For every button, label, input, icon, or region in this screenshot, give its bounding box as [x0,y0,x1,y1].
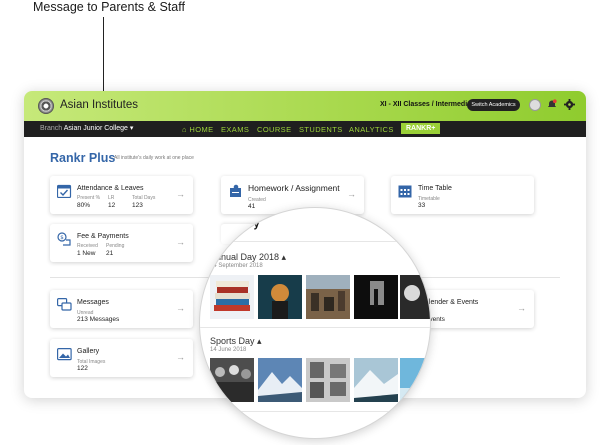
institute-logo-icon [38,98,54,114]
homework-title: Homework / Assignment [248,183,340,193]
photo-mirror-street[interactable] [306,358,350,402]
branch-selector[interactable]: Branch Asian Junior College ▾ [40,124,133,132]
timetable-value: 33 [418,202,426,209]
messages-title: Messages [77,299,109,306]
photo-mountains[interactable] [258,358,302,402]
arrow-icon: → [176,189,185,199]
lens-gallery-heading: llery [237,218,260,230]
fee-title: Fee & Payments [77,233,129,240]
photo-city[interactable] [306,275,350,319]
top-bar: Asian Institutes XI - XII Classes / Inte… [24,91,586,121]
avatar[interactable] [529,99,541,111]
arrow-icon: → [176,237,185,247]
photo-books[interactable] [210,275,254,319]
nav-students[interactable]: STUDENTS [299,125,343,134]
switch-academics-button[interactable]: Switch Academics [467,99,520,111]
lr-label: LR [108,195,115,201]
message-icon [57,298,72,311]
present-label: Present % [77,195,101,201]
branch-label: Branch [40,125,63,132]
fee-payment-icon: $ [57,232,71,246]
album-title-annual-day[interactable]: Annual Day 2018 ▴ [210,252,286,263]
gallery-title: Gallery [77,348,100,355]
lr-value: 12 [108,202,116,209]
received-label: Received [77,243,98,249]
homework-icon [230,184,241,197]
photo-snow-peak[interactable] [354,358,398,402]
app-name: Asian Institutes [60,99,138,111]
bell-icon[interactable] [547,99,557,109]
timetable-title: Time Table [418,185,452,192]
timetable-icon [398,185,412,198]
messages-card[interactable]: Messages Unread 213 Messages → [50,290,193,328]
album-title-sports-day[interactable]: Sports Day ▴ [210,336,262,347]
arrow-icon: → [517,303,526,313]
arrow-icon: → [176,303,185,313]
created-value: 41 [248,203,256,210]
arrow-icon: → [347,189,356,199]
attendance-title: Attendance & Leaves [77,185,144,192]
magnifier-lens: llery Annual Day 2018 ▴ 14 September 201… [199,207,431,439]
photo-silhouette[interactable] [354,275,398,319]
photo-sky[interactable] [400,358,431,402]
calendar-title: alender & Events [425,299,479,306]
pending-label: Pending [106,243,125,249]
screenshot-stage: Message to Parents & Staff Asian Institu… [0,0,611,445]
arrow-icon: → [176,352,185,362]
attendance-card[interactable]: Attendance & Leaves Present % 80% LR 12 … [50,176,193,214]
gallery-icon [57,348,72,361]
nav-course[interactable]: COURSE [257,125,292,134]
gallery-card[interactable]: Gallery Total Images 122 → [50,339,193,377]
callout-label: Message to Parents & Staff [33,0,185,14]
branch-value[interactable]: Asian Junior College ▾ [64,125,134,132]
total-images-value: 122 [77,365,88,372]
pending-value: 21 [106,250,114,257]
nav-analytics[interactable]: ANALYTICS [349,125,394,134]
photo-singer[interactable] [258,275,302,319]
page-title: Rankr Plus [50,151,116,165]
total-days-value: 123 [132,202,143,209]
present-value: 80% [77,202,91,209]
gear-icon[interactable] [564,99,575,110]
nav-bar: Branch Asian Junior College ▾ ⌂ HOME EXA… [24,121,586,137]
nav-exams[interactable]: EXAMS [221,125,249,134]
classes-label: XI - XII Classes / Intermediate [380,101,478,108]
album-divider [200,241,430,242]
svg-text:$: $ [60,235,64,241]
album-divider [200,411,430,412]
nav-rankr-plus[interactable]: RANKR+ [401,123,441,134]
received-value: 1 New [77,250,96,257]
timetable-card[interactable]: Time Table Timetable 33 [391,176,534,214]
album-date-sports-day: 14 June 2018 [210,347,247,353]
page-subtitle: All institute's daily work at one place [114,155,194,161]
album-date-annual-day: 14 September 2018 [210,263,263,269]
total-days-label: Total Days [132,195,156,201]
nav-home[interactable]: ⌂ HOME [182,125,214,134]
album-divider [200,327,430,328]
photo-portrait[interactable] [400,275,431,319]
unread-value: 213 Messages [77,316,120,323]
calendar-check-icon [57,184,72,198]
fee-card[interactable]: $ Fee & Payments Received 1 New Pending … [50,224,193,262]
album-title-other[interactable]: l Album ▾ [220,419,257,430]
photo-crowd[interactable] [210,358,254,402]
